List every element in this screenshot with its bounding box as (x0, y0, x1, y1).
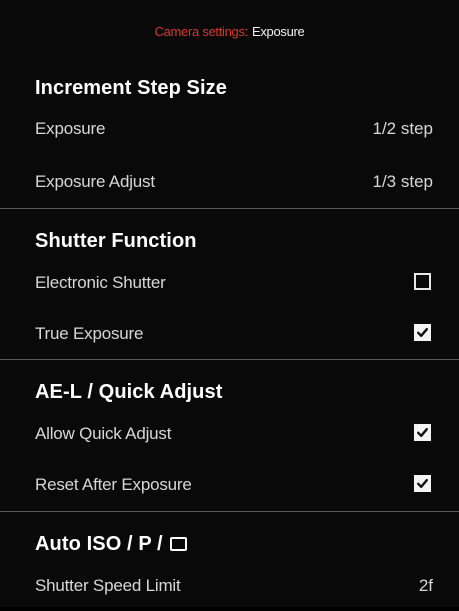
row-true-exposure[interactable]: True Exposure (0, 309, 459, 359)
section-title-increment-step-size: Increment Step Size (35, 77, 227, 99)
row-electronic-shutter[interactable]: Electronic Shutter (0, 258, 459, 308)
breadcrumb-parent[interactable]: Camera settings: (155, 24, 249, 39)
checkmark-icon (417, 479, 428, 488)
reset-after-exposure-checkbox[interactable] (414, 475, 431, 492)
section-title-ael-quick-adjust: AE-L / Quick Adjust (35, 381, 223, 403)
section-title-text: Auto ISO / P / (35, 533, 163, 555)
row-value: 1/2 step (372, 119, 434, 138)
row-value: 1/3 step (372, 172, 434, 191)
section-divider (0, 208, 459, 209)
row-label: Electronic Shutter (35, 273, 166, 292)
checkmark-icon (417, 328, 428, 337)
row-label: Exposure Adjust (35, 172, 155, 191)
row-exposure-step[interactable]: Exposure 1/2 step (0, 104, 459, 154)
allow-quick-adjust-checkbox[interactable] (414, 424, 431, 441)
row-allow-quick-adjust[interactable]: Allow Quick Adjust (0, 409, 459, 459)
checkmark-icon (417, 428, 428, 437)
breadcrumb-current: Exposure (251, 23, 305, 39)
section-title-shutter-function: Shutter Function (35, 230, 197, 252)
electronic-shutter-checkbox[interactable] (414, 273, 431, 290)
row-label: True Exposure (35, 324, 144, 343)
row-label: Allow Quick Adjust (35, 424, 172, 443)
row-label: Shutter Speed Limit (35, 576, 181, 595)
row-label: Reset After Exposure (35, 475, 192, 494)
screen-header: Camera settings: Exposure (0, 0, 459, 62)
row-value: 2f (418, 576, 433, 595)
section-title-auto-iso: Auto ISO / P / (35, 533, 188, 556)
row-shutter-speed-limit[interactable]: Shutter Speed Limit 2f (0, 561, 459, 611)
camera-settings-screen: Camera settings: Exposure Increment Step… (0, 0, 459, 607)
row-exposure-adjust-step[interactable]: Exposure Adjust 1/3 step (0, 157, 459, 207)
section-divider (0, 511, 459, 512)
row-reset-after-exposure[interactable]: Reset After Exposure (0, 460, 459, 510)
true-exposure-checkbox[interactable] (414, 324, 431, 341)
row-label: Exposure (35, 119, 106, 138)
section-divider (0, 359, 459, 360)
square-icon (170, 537, 188, 551)
